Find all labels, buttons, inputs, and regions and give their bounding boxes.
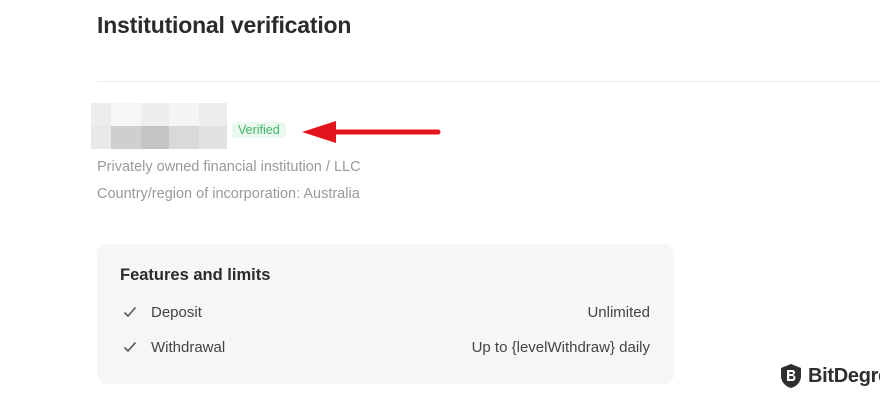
page-title: Institutional verification bbox=[97, 12, 352, 38]
features-limits-card: Features and limits Deposit Unlimited Wi… bbox=[97, 244, 674, 384]
header-divider bbox=[97, 81, 880, 82]
bitdegree-shield-icon bbox=[781, 364, 801, 388]
redacted-entity-name bbox=[91, 103, 227, 149]
feature-label: Deposit bbox=[151, 304, 202, 321]
check-icon bbox=[123, 306, 137, 318]
bitdegree-wordmark: BitDegree bbox=[808, 364, 880, 387]
red-arrow-annotation bbox=[302, 121, 441, 143]
verified-status-badge: Verified bbox=[232, 122, 286, 138]
feature-row-deposit: Deposit Unlimited bbox=[120, 302, 650, 326]
country-of-incorporation-line: Country/region of incorporation: Austral… bbox=[97, 186, 360, 202]
bitdegree-watermark: BitDegree bbox=[780, 362, 880, 390]
features-title: Features and limits bbox=[120, 266, 271, 284]
feature-value: Up to {levelWithdraw} daily bbox=[471, 339, 650, 356]
feature-label: Withdrawal bbox=[151, 339, 226, 356]
check-icon bbox=[123, 341, 137, 353]
entity-type-line: Privately owned financial institution / … bbox=[97, 159, 361, 175]
feature-value: Unlimited bbox=[587, 304, 650, 321]
feature-row-withdrawal: Withdrawal Up to {levelWithdraw} daily bbox=[120, 337, 650, 361]
